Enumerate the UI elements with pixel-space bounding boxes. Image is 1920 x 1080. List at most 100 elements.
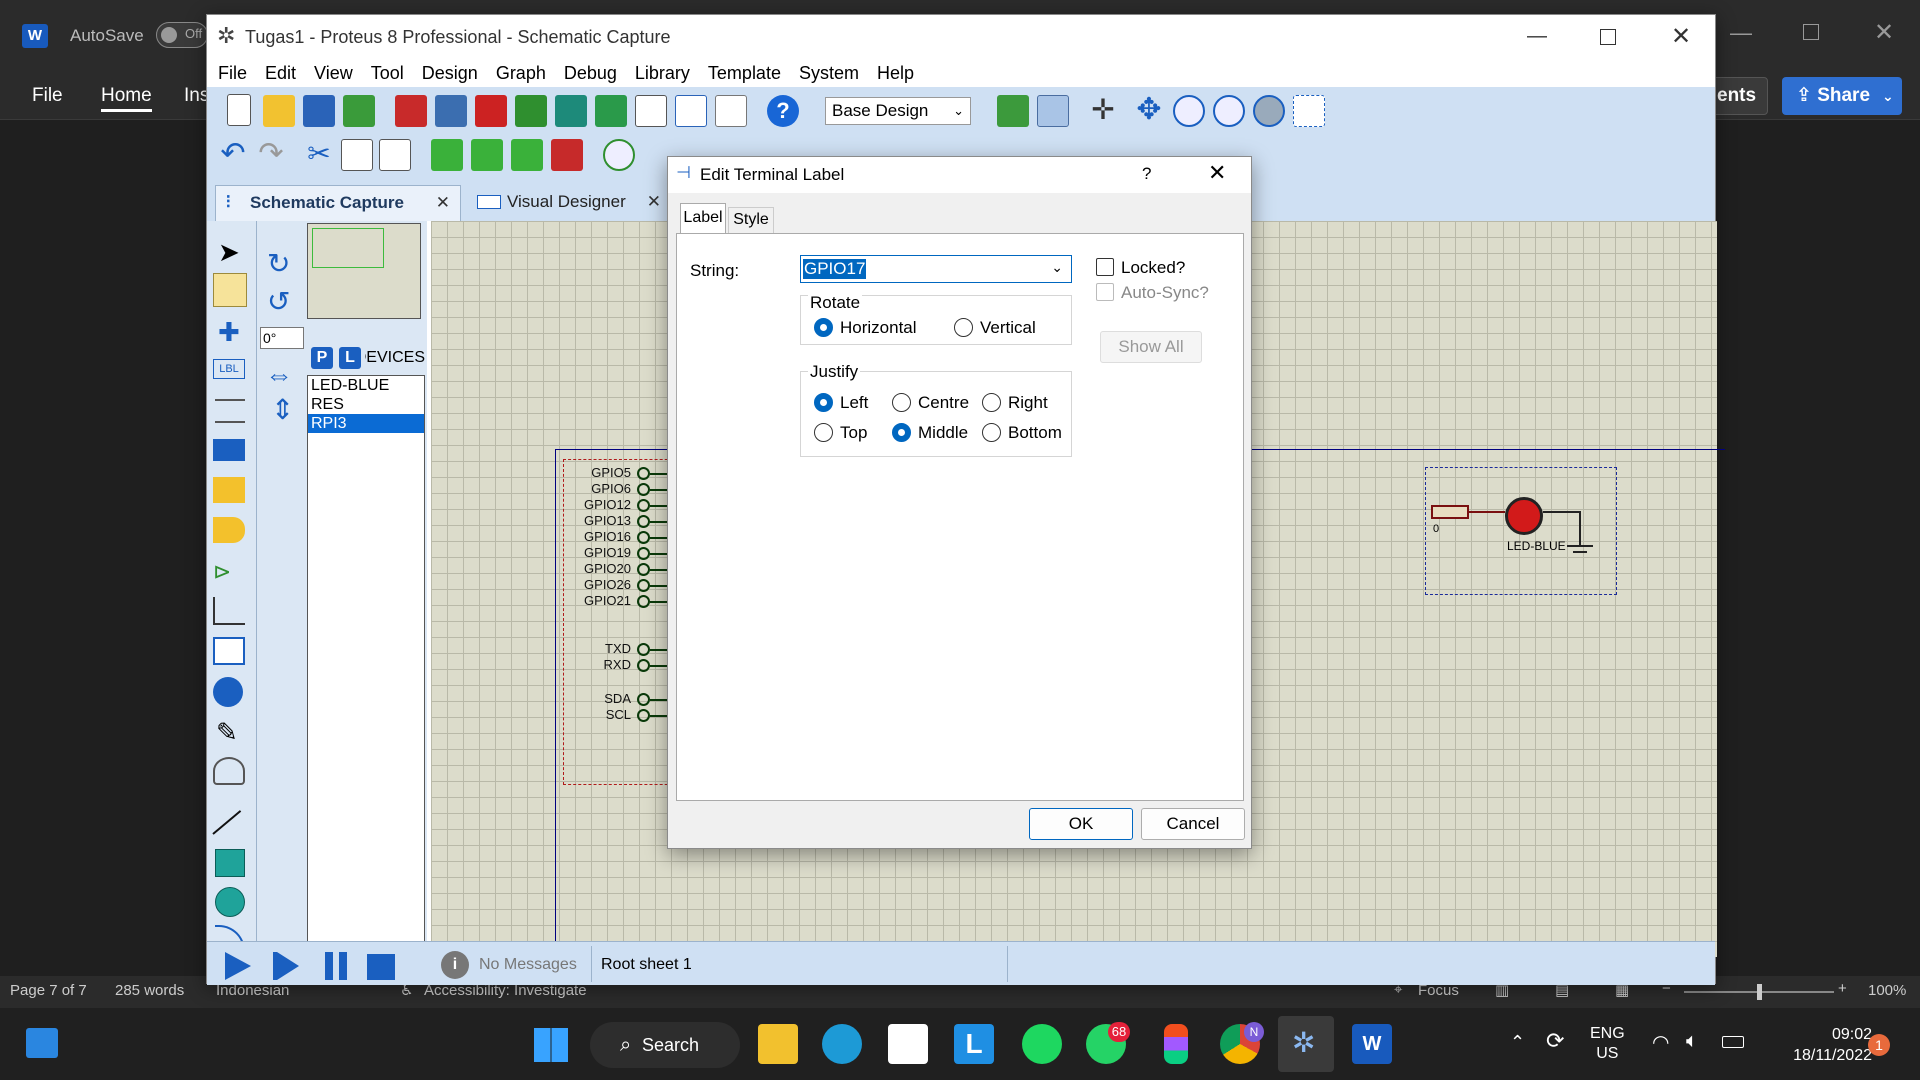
mirror-horizontal-icon[interactable]: ⇔ xyxy=(265,359,293,391)
word-icon[interactable]: W xyxy=(1352,1024,1392,1064)
justify-bottom-radio[interactable] xyxy=(982,423,1001,442)
list-item[interactable]: RES xyxy=(308,395,424,414)
junction-mode-icon[interactable]: ✚ xyxy=(218,317,240,348)
menu-graph[interactable]: Graph xyxy=(487,59,555,87)
circle-tool-icon[interactable] xyxy=(215,887,245,917)
graph-mode-icon[interactable] xyxy=(213,597,245,625)
list-item-selected[interactable]: RPI3 xyxy=(308,414,424,433)
bom-icon[interactable] xyxy=(595,95,627,127)
refresh-icon[interactable] xyxy=(997,95,1029,127)
sync-icon[interactable]: ⟳ xyxy=(1546,1028,1564,1054)
justify-left-radio[interactable] xyxy=(814,393,833,412)
import-icon[interactable] xyxy=(343,95,375,127)
step-icon[interactable] xyxy=(277,952,299,980)
share-button[interactable]: ⇪ Share ⌄ xyxy=(1782,77,1902,115)
block-move-icon[interactable] xyxy=(471,139,503,171)
cancel-button[interactable]: Cancel xyxy=(1141,808,1245,840)
pin-terminal[interactable] xyxy=(637,579,650,592)
dialog-help-button[interactable]: ? xyxy=(1142,164,1151,184)
menu-library[interactable]: Library xyxy=(626,59,699,87)
dialog-close-button[interactable]: ✕ xyxy=(1208,160,1226,186)
pin-terminal[interactable] xyxy=(637,531,650,544)
proteus-maximize-button[interactable] xyxy=(1600,29,1616,45)
menu-debug[interactable]: Debug xyxy=(555,59,626,87)
l-app-icon[interactable]: L xyxy=(954,1024,994,1064)
pin-terminal[interactable] xyxy=(637,483,650,496)
word-minimize-button[interactable]: — xyxy=(1730,20,1752,46)
gerber-icon[interactable] xyxy=(555,95,587,127)
justify-right-radio[interactable] xyxy=(982,393,1001,412)
paste-icon[interactable] xyxy=(379,139,411,171)
line-tool-icon[interactable] xyxy=(212,810,242,835)
zoom-slider[interactable] xyxy=(1684,984,1834,1000)
pick-device-button[interactable]: P xyxy=(311,347,333,369)
proteus-taskbar-button[interactable]: ✲ xyxy=(1278,1016,1334,1072)
battery-icon[interactable] xyxy=(1722,1036,1744,1048)
word-close-button[interactable]: ✕ xyxy=(1874,18,1894,47)
pin-terminal[interactable] xyxy=(637,563,650,576)
volume-icon[interactable]: 🔈︎ xyxy=(1686,1030,1698,1053)
pin-terminal[interactable] xyxy=(637,467,650,480)
save-icon[interactable] xyxy=(303,95,335,127)
box-tool-icon[interactable] xyxy=(215,849,245,877)
status-words[interactable]: 285 words xyxy=(115,982,184,999)
home-icon[interactable] xyxy=(395,95,427,127)
pin-terminal[interactable] xyxy=(637,693,650,706)
language-indicator[interactable]: ENG US xyxy=(1590,1024,1625,1064)
copy-icon[interactable] xyxy=(341,139,373,171)
locked-checkbox[interactable] xyxy=(1096,258,1114,276)
new-file-icon[interactable] xyxy=(227,94,251,126)
word-restore-button[interactable] xyxy=(1803,24,1819,40)
pin-terminal[interactable] xyxy=(637,643,650,656)
menu-file[interactable]: File xyxy=(209,59,256,87)
selection-mode-icon[interactable]: ➤ xyxy=(218,237,240,268)
menu-template[interactable]: Template xyxy=(699,59,790,87)
notes-icon[interactable] xyxy=(715,95,747,127)
string-combobox[interactable]: GPIO17 ⌄ xyxy=(800,255,1072,283)
ribbon-tab-file[interactable]: File xyxy=(32,85,63,107)
status-page[interactable]: Page 7 of 7 xyxy=(10,982,87,999)
probe-mode-icon[interactable]: ✎ xyxy=(216,717,238,748)
redo-icon[interactable]: ↷ xyxy=(255,139,287,171)
block-rotate-icon[interactable] xyxy=(511,139,543,171)
widgets-icon[interactable] xyxy=(26,1028,58,1058)
start-windows-icon[interactable] xyxy=(534,1028,568,1062)
resistor-symbol[interactable] xyxy=(1431,505,1469,519)
notification-badge[interactable]: 1 xyxy=(1868,1034,1890,1056)
text-script-mode-icon[interactable] xyxy=(215,399,245,423)
rotate-clockwise-icon[interactable]: ↻ xyxy=(267,247,290,280)
rotate-horizontal-radio[interactable] xyxy=(814,318,833,337)
spotify-icon[interactable] xyxy=(1022,1024,1062,1064)
dollar-icon[interactable] xyxy=(635,95,667,127)
cut-icon[interactable]: ✂ xyxy=(303,139,335,171)
stop-icon[interactable] xyxy=(367,954,395,980)
origin-icon[interactable]: ✛ xyxy=(1087,95,1119,127)
microsoft-store-icon[interactable] xyxy=(888,1024,928,1064)
proteus-close-button[interactable]: ✕ xyxy=(1671,22,1691,51)
schematic-icon[interactable] xyxy=(435,95,467,127)
rotation-input[interactable]: 0° xyxy=(260,327,304,349)
file-explorer-icon[interactable] xyxy=(758,1024,798,1064)
zoom-out-icon[interactable] xyxy=(1213,95,1245,127)
tab-visual-designer[interactable]: Visual Designer ✕ xyxy=(469,185,665,221)
wire-label-mode-icon[interactable]: LBL xyxy=(213,359,245,379)
rotate-vertical-radio[interactable] xyxy=(954,318,973,337)
menu-view[interactable]: View xyxy=(305,59,362,87)
pcb-icon[interactable] xyxy=(475,95,507,127)
messages-status[interactable]: No Messages xyxy=(479,956,577,974)
justify-middle-radio[interactable] xyxy=(892,423,911,442)
library-manager-button[interactable]: L xyxy=(339,347,361,369)
menu-tool[interactable]: Tool xyxy=(362,59,413,87)
taskbar-search[interactable]: ⌕ Search xyxy=(590,1022,740,1068)
status-zoom[interactable]: 100% xyxy=(1868,982,1906,999)
pin-terminal[interactable] xyxy=(637,499,650,512)
tab-style[interactable]: Style xyxy=(728,207,774,233)
block-copy-icon[interactable] xyxy=(431,139,463,171)
zoom-area-icon[interactable] xyxy=(1293,95,1325,127)
variant-select[interactable]: Base Design ⌄ xyxy=(825,97,971,125)
open-folder-icon[interactable] xyxy=(263,95,295,127)
proteus-minimize-button[interactable]: — xyxy=(1527,25,1547,48)
justify-top-radio[interactable] xyxy=(814,423,833,442)
list-item[interactable]: LED-BLUE xyxy=(308,376,424,395)
close-icon[interactable]: ✕ xyxy=(436,186,450,220)
